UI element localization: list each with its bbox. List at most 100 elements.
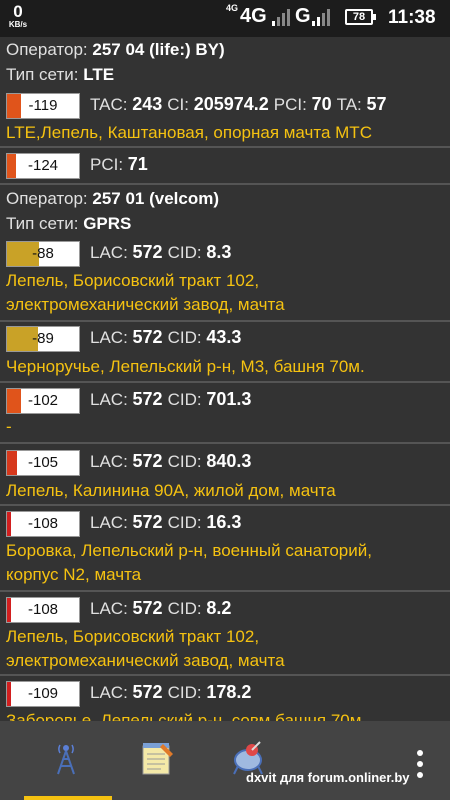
cell-param-value: 205974.2 [193,94,274,114]
operator-row: Оператор: 257 04 (life:) BY) [6,40,225,60]
network-speed: 0 KB/s [6,3,30,30]
cell-param-label: CID: [167,513,207,532]
cell-address: электромеханический завод, мачта [6,651,285,670]
cell-address: Черноручье, Лепельский р-н, М3, башня 70… [6,357,365,376]
cell-address: LTE,Лепель, Каштановая, опорная мачта МТ… [6,123,372,142]
row-divider [0,442,450,444]
lte-small-icon: 4G [226,3,239,13]
cell-address: Лепель, Калинина 90А, жилой дом, мачта [6,481,336,500]
cell-address: - [6,417,12,436]
cell-param-value: 572 [132,682,168,702]
cell-param-label: CID: [167,390,207,409]
network-type-value: LTE [83,65,115,84]
cell-address: корпус N2, мачта [6,565,142,584]
cell-param-label: CI: [167,95,194,114]
cell-param-label: LAC: [90,452,133,471]
cell-param-value: 701.3 [206,389,252,409]
signal-meter: -88 [6,241,80,267]
cell-param-label: LAC: [90,599,133,618]
active-tab-indicator [24,796,112,800]
cell-parameters: LAC: 572 CID: 8.2 [90,598,231,619]
operator-row: Оператор: 257 01 (velcom) [6,189,219,209]
cell-param-value: 572 [132,389,168,409]
signal-meter: -119 [6,93,80,119]
cell-parameters: TAC: 243 CI: 205974.2 PCI: 70 TA: 57 [90,94,387,115]
cell-param-label: CID: [167,599,207,618]
signal-strength-icon [312,9,330,26]
signal-meter: -108 [6,597,80,623]
operator-value: 257 04 (life:) BY) [92,40,225,59]
notepad-icon[interactable] [139,740,175,776]
gsm-icon: G [295,5,311,27]
cell-param-label: CID: [167,328,207,347]
cell-param-label: LAC: [90,328,133,347]
network-type-label: Тип сети: [6,214,79,233]
cell-param-value: 572 [132,512,168,532]
cell-param-label: LAC: [90,513,133,532]
cell-list[interactable]: Оператор: 257 04 (life:) BY) Тип сети: L… [0,37,450,721]
network-type-row: Тип сети: GPRS [6,214,131,234]
operator-label: Оператор: [6,40,88,59]
battery-icon: 78 [345,9,376,25]
signal-meter: -124 [6,153,80,179]
signal-value: -88 [32,245,54,262]
cell-param-value: 572 [132,598,168,618]
cell-param-label: TAC: [90,95,133,114]
cell-address: Лепель, Борисовский тракт 102, [6,271,260,290]
more-vertical-icon[interactable] [410,749,430,779]
network-type-value: GPRS [83,214,132,233]
row-divider [0,146,450,148]
row-divider [0,381,450,383]
signal-meter: -102 [6,388,80,414]
signal-meter: -89 [6,326,80,352]
cell-param-value: 840.3 [206,451,252,471]
network-type-label: Тип сети: [6,65,79,84]
cell-param-value: 57 [366,94,387,114]
clock: 11:38 [388,7,436,28]
signal-meter: -105 [6,450,80,476]
signal-meter: -108 [6,511,80,537]
cell-parameters: PCI: 71 [90,154,148,175]
cell-param-label: LAC: [90,390,133,409]
cell-parameters: LAC: 572 CID: 43.3 [90,327,241,348]
operator-label: Оператор: [6,189,88,208]
signal-value: -89 [32,330,54,347]
signal-value: -108 [27,515,59,532]
cell-parameters: LAC: 572 CID: 840.3 [90,451,251,472]
signal-meter: -109 [6,681,80,707]
cell-param-value: 572 [132,327,168,347]
cell-param-value: 71 [127,154,148,174]
signal-value: -109 [27,685,59,702]
row-divider [0,183,450,185]
cell-param-value: 16.3 [206,512,242,532]
cell-param-value: 572 [132,451,168,471]
cell-param-value: 572 [132,242,168,262]
cell-param-label: CID: [167,683,207,702]
battery-level: 78 [352,11,366,23]
signal-strength-icon [272,9,290,26]
network-speed-unit: KB/s [8,20,28,29]
cell-param-value: 8.3 [206,242,232,262]
radio-tower-icon[interactable] [48,740,84,776]
signal-value: -108 [27,601,59,618]
cell-param-label: LAC: [90,243,133,262]
cell-param-label: CID: [167,452,207,471]
cell-param-value: 243 [132,94,168,114]
bottom-navigation [0,721,450,800]
signal-value: -124 [27,157,59,174]
row-divider [0,320,450,322]
cell-address: электромеханический завод, мачта [6,295,285,314]
cell-address: Боровка, Лепельский р-н, военный санатор… [6,541,372,560]
row-divider [0,504,450,506]
status-bar: 0 KB/s 4G 4G G 78 11:38 [0,0,450,37]
cell-address: Лепель, Борисовский тракт 102, [6,627,260,646]
signal-value: -102 [27,392,59,409]
cell-param-value: 178.2 [206,682,252,702]
lte-icon: 4G [240,5,267,27]
cell-parameters: LAC: 572 CID: 178.2 [90,682,251,703]
signal-value: -105 [27,454,59,471]
cell-parameters: LAC: 572 CID: 701.3 [90,389,251,410]
cell-param-label: CID: [167,243,207,262]
watermark: dxvit для forum.onliner.by [246,770,410,785]
row-divider [0,674,450,676]
